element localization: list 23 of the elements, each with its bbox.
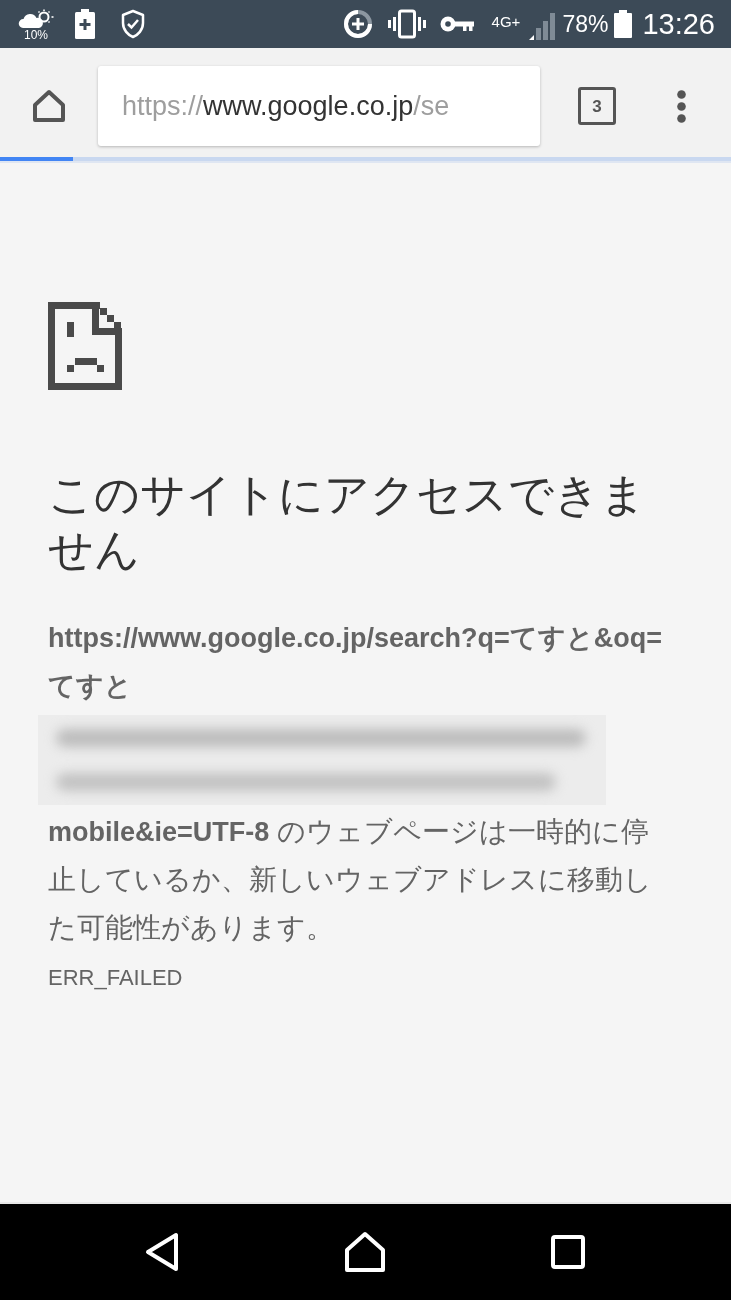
clock-time: 13:26 (642, 8, 715, 40)
error-url: https://www.google.co.jp/search?q=てすと&oq=てすと (48, 622, 664, 703)
battery-plus-icon (74, 9, 96, 39)
vibrate-icon (387, 9, 426, 39)
back-triangle-icon (145, 1232, 179, 1272)
cloud-sun-icon (18, 8, 54, 29)
square-icon (551, 1235, 585, 1269)
error-message: mobile&ie=UTF-8 のウェブページは一時的に停止しているか、新しいウェブアドレスに移動した可能性があります。 (48, 815, 653, 945)
error-title: このサイトにアクセスできません (48, 468, 647, 577)
sad-page-icon (48, 302, 122, 390)
weather-reading: 10% (24, 28, 48, 42)
home-icon (344, 1231, 386, 1273)
battery-icon (614, 10, 633, 38)
network-type: 4G+ (491, 14, 521, 30)
signal-icon (528, 12, 557, 40)
more-vertical-icon (676, 89, 686, 123)
shield-check-icon (120, 9, 146, 39)
tab-count-button[interactable]: 3 (578, 87, 616, 125)
battery-percentage: 78% (562, 11, 609, 37)
error-code: ERR_FAILED (48, 965, 183, 991)
url-field[interactable]: https://www.google.co.jp/se (98, 66, 540, 146)
key-icon (439, 15, 474, 33)
data-saver-icon (341, 8, 374, 40)
